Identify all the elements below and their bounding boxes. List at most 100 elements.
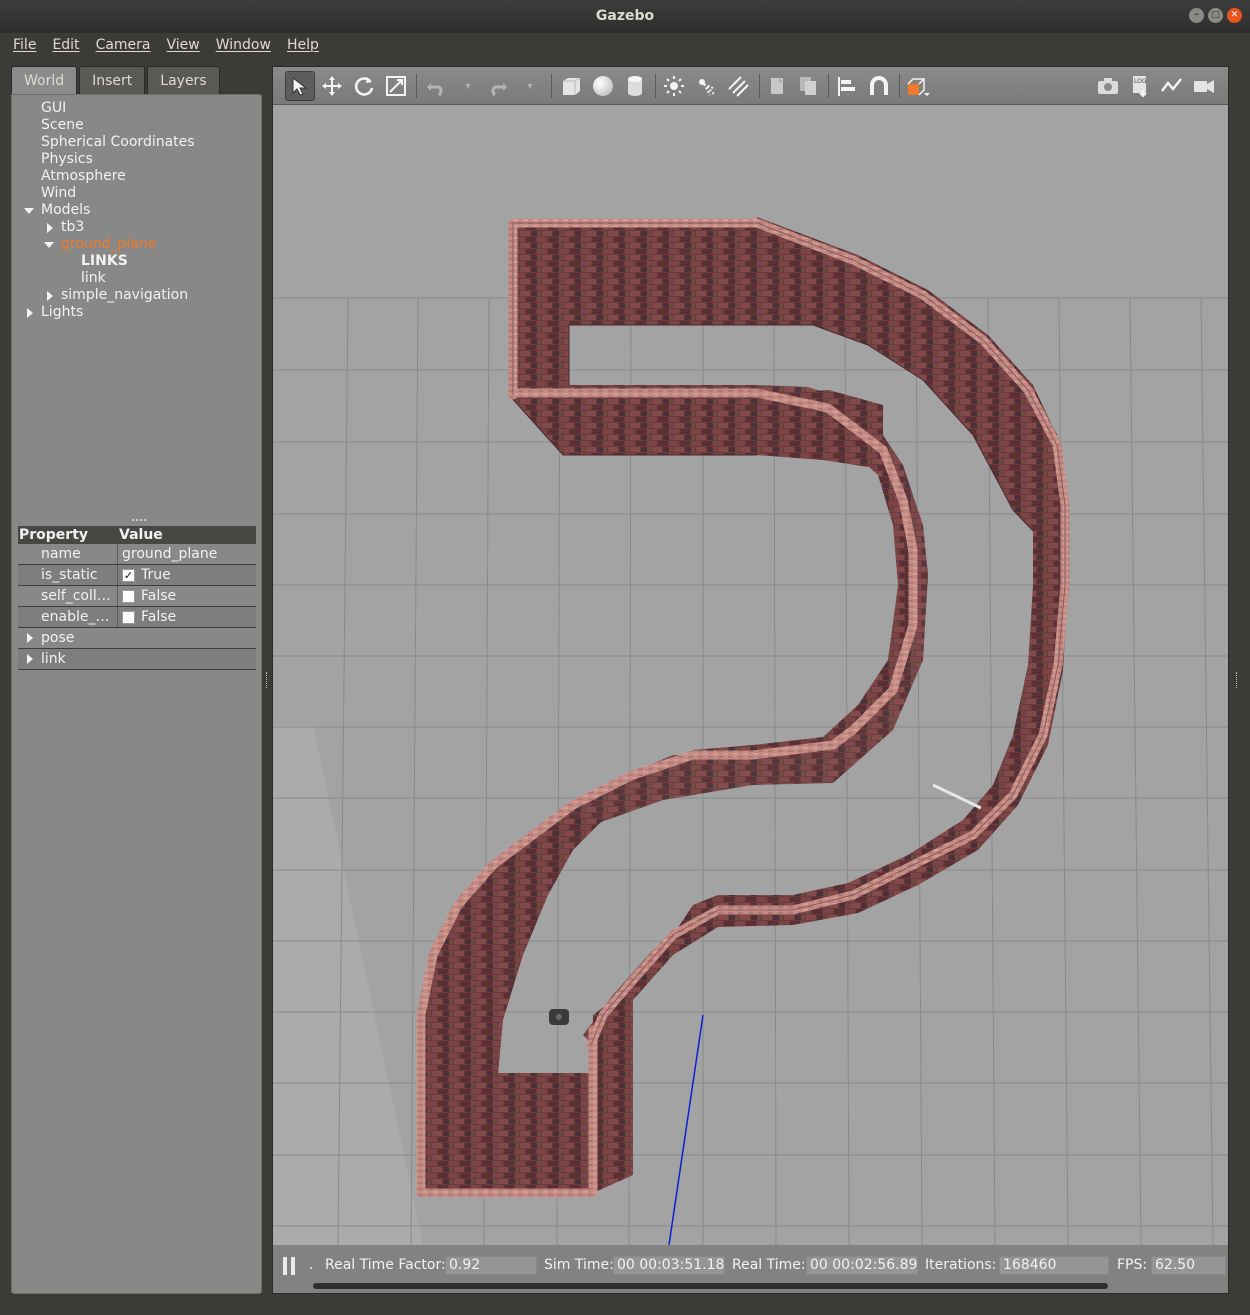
- tree-item-label: GUI: [41, 100, 67, 116]
- scale-icon[interactable]: [381, 71, 411, 101]
- expand-arrow-icon[interactable]: [47, 291, 53, 301]
- cylinder-icon[interactable]: [620, 71, 650, 101]
- property-group-label: link: [41, 651, 66, 667]
- tree-item-label: Spherical Coordinates: [41, 134, 195, 150]
- menu-camera[interactable]: Camera: [88, 37, 159, 53]
- property-group-link[interactable]: link: [18, 649, 256, 670]
- property-row[interactable]: self_coll… False: [18, 586, 256, 607]
- tree-item-ground-plane[interactable]: ground_plane: [12, 236, 252, 253]
- minimize-icon[interactable]: –: [1189, 8, 1204, 23]
- menu-help[interactable]: Help: [279, 37, 327, 53]
- property-table-header: Property Value: [18, 526, 256, 544]
- toolbar-separator: [828, 74, 829, 98]
- align-icon[interactable]: [832, 71, 862, 101]
- expand-arrow-icon[interactable]: [47, 223, 53, 233]
- tree-item-label: Models: [41, 202, 91, 218]
- close-icon[interactable]: ✕: [1227, 8, 1242, 23]
- fps-value: 62.50: [1151, 1256, 1226, 1275]
- property-value-cell: ✓ True: [118, 565, 256, 585]
- step-dot[interactable]: .: [309, 1257, 313, 1273]
- expand-arrow-icon[interactable]: [27, 308, 33, 318]
- menu-edit[interactable]: Edit: [44, 37, 87, 53]
- directional-light-icon[interactable]: [723, 71, 753, 101]
- tree-item-link[interactable]: link: [12, 270, 252, 287]
- screenshot-icon[interactable]: [1093, 71, 1123, 101]
- plot-icon[interactable]: [1157, 71, 1187, 101]
- record-video-icon[interactable]: [1189, 71, 1219, 101]
- expand-arrow-icon[interactable]: [27, 654, 33, 664]
- tree-item-gui[interactable]: GUI: [12, 100, 252, 117]
- paste-icon[interactable]: [793, 71, 823, 101]
- spot-light-icon[interactable]: [691, 71, 721, 101]
- svg-text:LOG: LOG: [1134, 78, 1147, 85]
- point-light-icon[interactable]: [659, 71, 689, 101]
- window-titlebar: Gazebo – □ ✕: [0, 0, 1250, 33]
- view-angle-icon[interactable]: [903, 71, 933, 101]
- undo-history-icon[interactable]: ▾: [453, 71, 483, 101]
- right-splitter-grip[interactable]: [1236, 672, 1239, 688]
- property-row[interactable]: is_static ✓ True: [18, 565, 256, 586]
- translate-icon[interactable]: [317, 71, 347, 101]
- maximize-icon[interactable]: □: [1208, 8, 1223, 23]
- robot-model[interactable]: [549, 1009, 569, 1025]
- tree-item-label: tb3: [61, 219, 85, 235]
- menu-window[interactable]: Window: [208, 37, 279, 53]
- tree-item-simple-navigation[interactable]: simple_navigation: [12, 287, 252, 304]
- select-icon[interactable]: [285, 71, 315, 101]
- sphere-icon[interactable]: [588, 71, 618, 101]
- tree-item-label: Atmosphere: [41, 168, 126, 184]
- pause-icon[interactable]: [283, 1257, 297, 1275]
- property-key: enable_…: [18, 607, 118, 627]
- property-value-cell: ground_plane: [118, 544, 256, 564]
- scene-viewport[interactable]: [273, 105, 1228, 1245]
- scene-toolbar: ▾ ▾ LOG: [273, 67, 1228, 105]
- redo-history-icon[interactable]: ▾: [515, 71, 545, 101]
- value-column-header[interactable]: Value: [118, 526, 163, 544]
- redo-icon[interactable]: [483, 71, 513, 101]
- expand-arrow-icon[interactable]: [27, 633, 33, 643]
- snap-icon[interactable]: [864, 71, 894, 101]
- collapse-arrow-icon[interactable]: [24, 208, 34, 214]
- property-checkbox[interactable]: [122, 589, 135, 603]
- splitter-handle[interactable]: [132, 519, 146, 522]
- fps-label: FPS:: [1117, 1257, 1148, 1273]
- property-value: ground_plane: [122, 546, 218, 562]
- menu-bar: File Edit Camera View Window Help: [0, 33, 1250, 57]
- world-tree: GUI Scene Spherical Coordinates Physics Atmo…: [12, 100, 252, 321]
- tree-item-label: Scene: [41, 117, 84, 133]
- tree-item-scene[interactable]: Scene: [12, 117, 252, 134]
- tree-item-wind[interactable]: Wind: [12, 185, 252, 202]
- toolbar-separator: [551, 74, 552, 98]
- tab-layers[interactable]: Layers: [147, 66, 220, 94]
- tab-insert[interactable]: Insert: [79, 66, 146, 94]
- tree-item-tb3[interactable]: tb3: [12, 219, 252, 236]
- collapse-arrow-icon[interactable]: [44, 242, 54, 248]
- tree-item-spherical-coordinates[interactable]: Spherical Coordinates: [12, 134, 252, 151]
- tree-item-lights[interactable]: Lights: [12, 304, 252, 321]
- tree-item-atmosphere[interactable]: Atmosphere: [12, 168, 252, 185]
- tree-item-links[interactable]: LINKS: [12, 253, 252, 270]
- property-group-pose[interactable]: pose: [18, 628, 256, 649]
- property-checkbox[interactable]: [122, 610, 135, 624]
- log-icon[interactable]: LOG: [1125, 71, 1155, 101]
- tree-item-physics[interactable]: Physics: [12, 151, 252, 168]
- rotate-icon[interactable]: [349, 71, 379, 101]
- left-splitter-grip[interactable]: [266, 672, 269, 688]
- property-column-header[interactable]: Property: [18, 526, 118, 544]
- undo-icon[interactable]: [421, 71, 451, 101]
- menu-view[interactable]: View: [159, 37, 208, 53]
- property-value-cell: False: [118, 607, 256, 627]
- property-value: False: [141, 588, 177, 604]
- property-row[interactable]: name ground_plane: [18, 544, 256, 565]
- sim-time-label: Sim Time:: [544, 1257, 614, 1273]
- tab-world[interactable]: World: [11, 66, 78, 94]
- menu-file[interactable]: File: [5, 37, 44, 53]
- copy-icon[interactable]: [763, 71, 793, 101]
- box-icon[interactable]: [556, 71, 586, 101]
- property-key: self_coll…: [18, 586, 118, 606]
- tree-item-models[interactable]: Models: [12, 202, 252, 219]
- property-row[interactable]: enable_… False: [18, 607, 256, 628]
- tree-item-label: ground_plane: [61, 236, 157, 252]
- property-checkbox[interactable]: ✓: [122, 568, 135, 582]
- status-scrollbar[interactable]: [313, 1283, 1108, 1289]
